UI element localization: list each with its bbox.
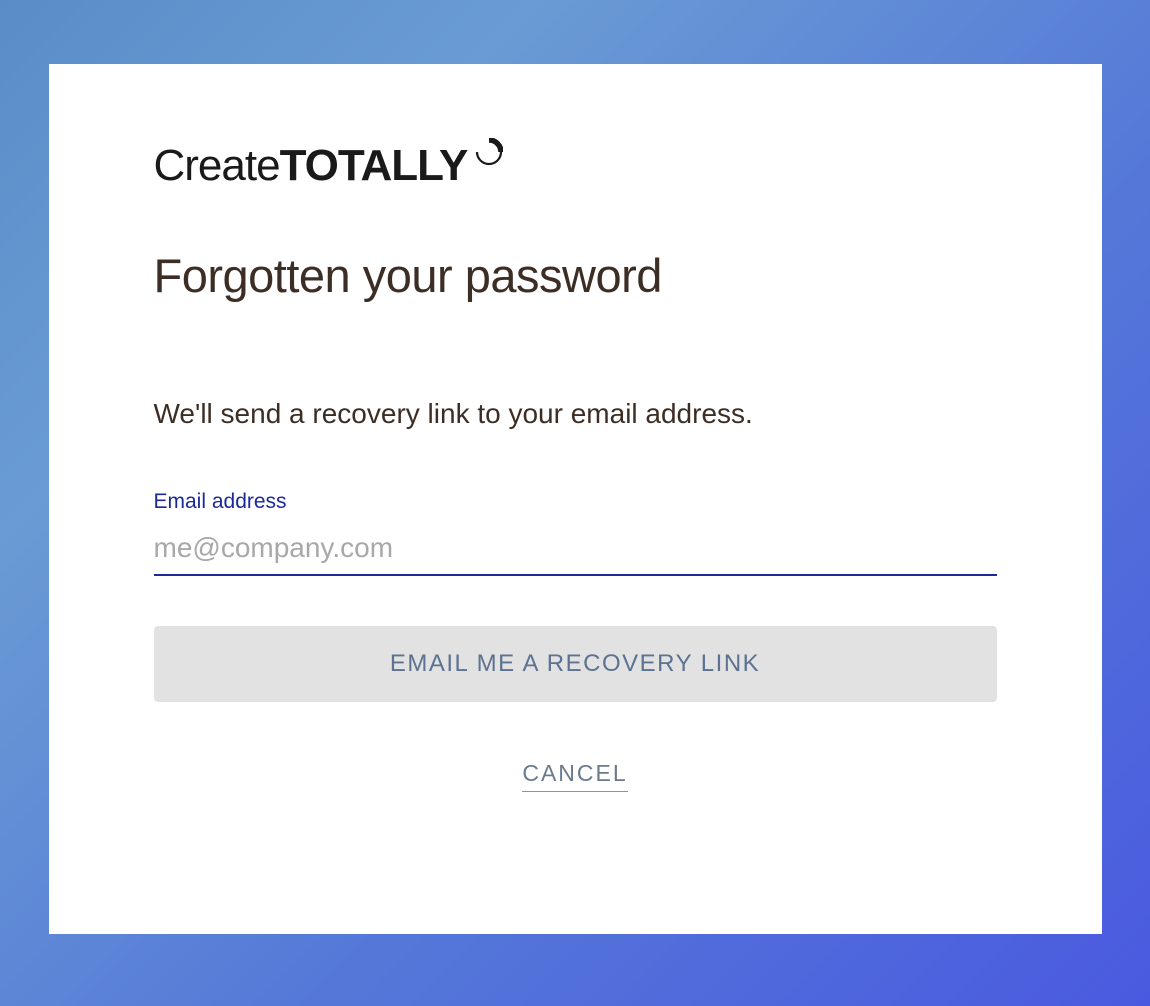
email-recovery-button[interactable]: EMAIL ME A RECOVERY LINK [154,626,997,702]
description-text: We'll send a recovery link to your email… [154,398,997,430]
cancel-row: CANCEL [154,760,997,792]
logo: CreateTOTALLY [154,144,997,188]
cancel-button[interactable]: CANCEL [522,760,627,792]
email-field[interactable] [154,526,997,576]
logo-text-bold: TOTALLY [280,141,468,190]
logo-text: CreateTOTALLY [154,144,468,188]
email-label: Email address [154,490,997,514]
forgot-password-card: CreateTOTALLY Forgotten your password We… [49,64,1102,934]
circle-icon [475,138,503,166]
logo-text-thin: Create [154,141,280,190]
page-title: Forgotten your password [154,248,997,303]
